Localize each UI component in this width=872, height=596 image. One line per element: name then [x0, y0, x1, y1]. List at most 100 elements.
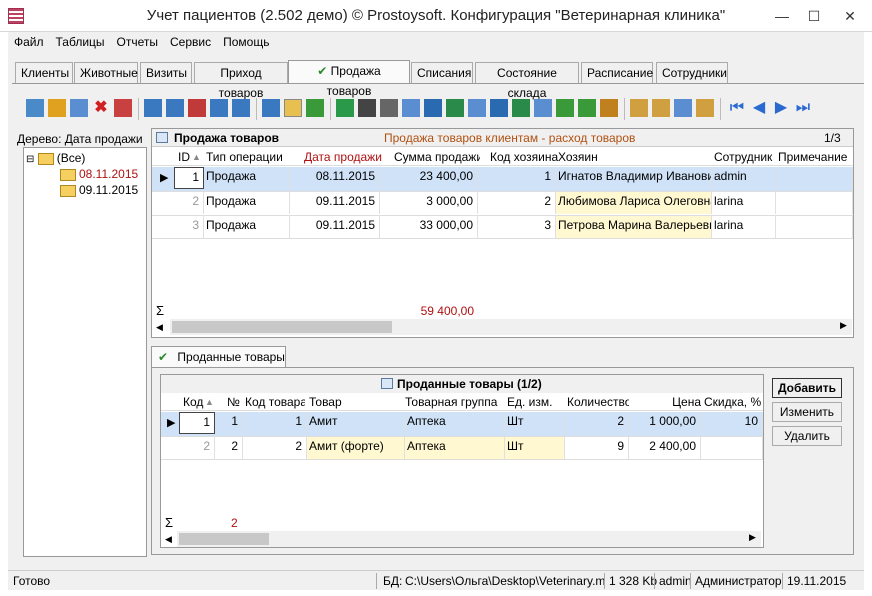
col-sale-date[interactable]: Дата продажи	[304, 148, 390, 166]
new-record-icon[interactable]	[26, 99, 44, 117]
cell-date[interactable]: 08.11.2015	[290, 167, 380, 189]
cell-id[interactable]: 2	[174, 192, 204, 214]
horizontal-scrollbar[interactable]: ▶	[177, 531, 761, 547]
scroll-thumb[interactable]	[172, 321, 392, 333]
export-html-icon[interactable]	[578, 99, 596, 117]
cell-id[interactable]: 3	[174, 216, 204, 238]
col-sum[interactable]: Сумма продажи	[394, 148, 480, 166]
cell-item-code[interactable]: 1	[243, 412, 307, 434]
col-no[interactable]: №	[227, 393, 243, 411]
cell-op[interactable]: Продажа	[204, 216, 290, 238]
export-word-icon[interactable]	[424, 99, 442, 117]
export-excel-icon[interactable]	[446, 99, 464, 117]
cell-owner[interactable]: Петрова Марина Валерьевна	[556, 216, 712, 238]
last-record-icon[interactable]: ⏭	[794, 99, 812, 117]
tree-item-09-11[interactable]: 09.11.2015	[60, 182, 138, 198]
cell-item[interactable]: Амит	[307, 412, 405, 434]
filter-add-icon[interactable]	[166, 99, 184, 117]
tree-filter-icon[interactable]	[262, 99, 280, 117]
cell-staff[interactable]: larina	[712, 192, 776, 214]
cell-price[interactable]: 1 000,00	[629, 412, 701, 434]
cell-no[interactable]: 1	[215, 412, 243, 434]
table-row[interactable]: 3 Продажа 09.11.2015 33 000,00 3 Петрова…	[152, 215, 853, 239]
col-owner[interactable]: Хозяин	[558, 148, 668, 166]
cell-sum[interactable]: 3 000,00	[380, 192, 478, 214]
cell-date[interactable]: 09.11.2015	[290, 216, 380, 238]
filter-settings-icon[interactable]	[232, 99, 250, 117]
cell-discount[interactable]: 10	[701, 412, 763, 434]
tab-staff[interactable]: Сотрудники	[656, 62, 728, 83]
tree-view-icon[interactable]	[284, 99, 302, 117]
delete-button[interactable]: Удалить	[772, 426, 842, 446]
tab-sold-goods[interactable]: ✔ Проданные товары	[151, 346, 286, 368]
cell-op[interactable]: Продажа	[204, 192, 290, 214]
col-item-code[interactable]: Код товара	[245, 393, 305, 411]
prev-record-icon[interactable]: ◀	[750, 99, 768, 117]
col-unit[interactable]: Ед. изм.	[507, 393, 567, 411]
sort-icon[interactable]	[630, 99, 648, 117]
delete-all-icon[interactable]	[114, 99, 132, 117]
cell-no[interactable]: 2	[215, 437, 243, 459]
tab-incoming[interactable]: Приход товаров	[194, 62, 288, 100]
cell-owner-code[interactable]: 1	[478, 167, 556, 189]
export-icon[interactable]	[468, 99, 486, 117]
cell-group[interactable]: Аптека	[405, 437, 505, 459]
filter-icon[interactable]	[144, 99, 162, 117]
cell-sum[interactable]: 33 000,00	[380, 216, 478, 238]
table-row[interactable]: 2 2 2 Амит (форте) Аптека Шт 9 2 400,00	[161, 436, 763, 460]
cell-sum[interactable]: 23 400,00	[380, 167, 478, 189]
horizontal-scrollbar[interactable]: ▶	[170, 319, 852, 335]
sort-desc-icon[interactable]	[652, 99, 670, 117]
cell-unit[interactable]: Шт	[505, 412, 565, 434]
export-txt-icon[interactable]	[556, 99, 574, 117]
tab-schedule[interactable]: Расписание	[581, 62, 653, 83]
cell-qty[interactable]: 9	[565, 437, 629, 459]
table-row[interactable]: 2 Продажа 09.11.2015 3 000,00 2 Любимова…	[152, 191, 853, 215]
export-xls-icon[interactable]	[512, 99, 530, 117]
scroll-right-icon[interactable]: ▶	[749, 532, 756, 543]
tab-visits[interactable]: Визиты	[140, 62, 192, 83]
edit-icon[interactable]	[48, 99, 66, 117]
search-icon[interactable]	[358, 99, 376, 117]
delete-icon[interactable]: ✖	[92, 99, 110, 117]
columns-icon[interactable]	[674, 99, 692, 117]
cell-group[interactable]: Аптека	[405, 412, 505, 434]
scroll-left-icon[interactable]: ◀	[156, 322, 163, 333]
tree-root[interactable]: ⊟ (Все)	[26, 150, 85, 166]
add-button[interactable]: Добавить	[772, 378, 842, 398]
tree-item-08-11[interactable]: 08.11.2015	[60, 166, 138, 182]
filter-edit-icon[interactable]	[210, 99, 228, 117]
collapse-icon[interactable]: ⊟	[26, 154, 34, 165]
menu-tables[interactable]: Таблицы	[50, 32, 111, 52]
cell-owner[interactable]: Игнатов Владимир Иванович	[556, 167, 712, 189]
tab-clients[interactable]: Клиенты	[15, 62, 73, 83]
cell-price[interactable]: 2 400,00	[629, 437, 701, 459]
export-doc-icon[interactable]	[490, 99, 508, 117]
edit-button[interactable]: Изменить	[772, 402, 842, 422]
tab-sales[interactable]: ✔ Продажа товаров	[288, 60, 410, 98]
cell-item-code[interactable]: 2	[243, 437, 307, 459]
table-row[interactable]: ▶ 1 1 1 Амит Аптека Шт 2 1 000,00 10	[161, 412, 763, 436]
chart-icon[interactable]	[600, 99, 618, 117]
menu-service[interactable]: Сервис	[164, 32, 217, 52]
minimize-button[interactable]: —	[770, 6, 794, 26]
cell-op[interactable]: Продажа	[204, 167, 290, 189]
menu-help[interactable]: Помощь	[217, 32, 275, 52]
next-record-icon[interactable]: ▶	[772, 99, 790, 117]
cell-id[interactable]: 1	[174, 167, 204, 189]
cell-code[interactable]: 2	[179, 437, 215, 459]
cell-date[interactable]: 09.11.2015	[290, 192, 380, 214]
cell-discount[interactable]	[701, 437, 763, 459]
col-qty[interactable]: Количество	[567, 393, 629, 411]
sql-icon[interactable]	[306, 99, 324, 117]
maximize-button[interactable]: ☐	[802, 6, 826, 26]
col-item[interactable]: Товар	[309, 393, 399, 411]
preview-icon[interactable]	[402, 99, 420, 117]
scroll-left-icon[interactable]: ◀	[165, 534, 172, 545]
col-discount[interactable]: Скидка, %	[704, 393, 762, 411]
table-row[interactable]: ▶ 1 Продажа 08.11.2015 23 400,00 1 Игнат…	[152, 167, 853, 191]
menu-reports[interactable]: Отчеты	[111, 32, 164, 52]
cell-code[interactable]: 1	[179, 412, 215, 434]
cell-note[interactable]	[776, 167, 853, 189]
settings-icon[interactable]	[696, 99, 714, 117]
